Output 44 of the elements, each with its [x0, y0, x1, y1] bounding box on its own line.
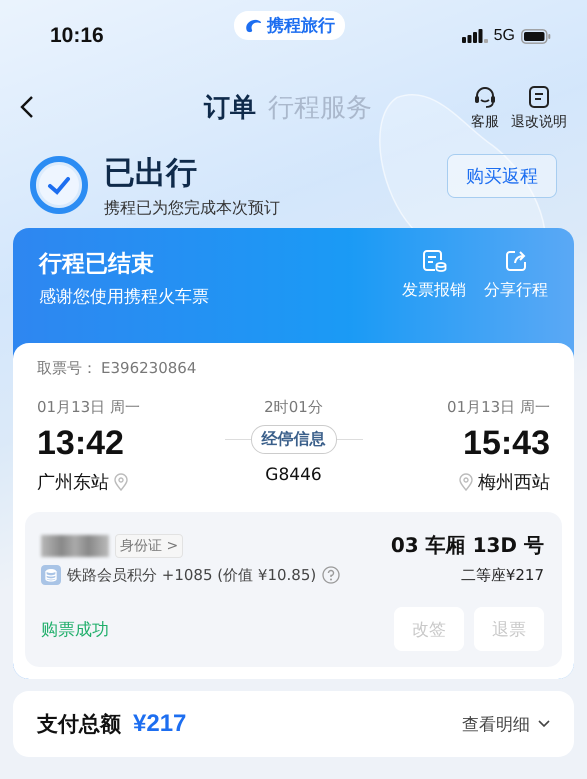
seat-fare: 二等座¥217	[460, 566, 544, 584]
arrival-station: 梅州西站	[478, 471, 550, 494]
share-button[interactable]: 分享行程	[484, 248, 548, 363]
share-icon[interactable]	[503, 248, 529, 274]
location-pin-icon	[458, 473, 474, 491]
pickup-label: 取票号：	[37, 359, 97, 378]
location-pin-icon	[113, 473, 129, 491]
receipt-icon[interactable]	[421, 248, 447, 274]
arrival-time: 15:43	[463, 424, 550, 463]
train-number: G8446	[265, 465, 322, 485]
help-icon[interactable]	[322, 566, 340, 584]
document-icon[interactable]	[526, 84, 552, 110]
chevron-down-icon[interactable]	[538, 720, 550, 728]
network-type: 5G	[494, 27, 515, 45]
order-status-subtitle: 携程已为您完成本次预订	[104, 198, 280, 218]
trip-duration: 2时01分	[264, 398, 323, 417]
trip-banner-title: 行程已结束	[39, 250, 155, 279]
seat-number: 03 车厢 13D 号	[390, 532, 544, 559]
departure-date: 01月13日 周一	[37, 398, 140, 417]
redacted-name	[41, 534, 109, 556]
arrival-date: 01月13日 周一	[447, 398, 550, 417]
stops-info-button[interactable]: 经停信息	[250, 425, 336, 454]
invoice-button[interactable]: 发票报销	[402, 248, 466, 363]
policy-button[interactable]: 退改说明	[511, 84, 567, 130]
nav-tab[interactable]: 订单	[204, 90, 256, 124]
id-type-tag[interactable]: 身份证 >	[115, 534, 184, 558]
coin-stack-icon	[41, 565, 61, 585]
member-points: 铁路会员积分 +1085 (价值 ¥10.85)	[67, 566, 316, 584]
signal-icon	[462, 29, 488, 43]
status-time: 10:16	[50, 24, 104, 48]
details-link[interactable]: 查看明细	[462, 712, 550, 736]
check-circle-icon	[30, 156, 88, 214]
departure-station: 广州东站	[37, 471, 109, 494]
payment-amount: ¥217	[133, 710, 186, 738]
pickup-number: E396230864	[101, 359, 196, 378]
payment-label: 支付总额	[37, 711, 121, 738]
customer-service-button[interactable]: 客服	[471, 84, 499, 130]
app-logo: 携程旅行	[234, 11, 345, 40]
battery-icon	[521, 28, 551, 44]
departure-time: 13:42	[37, 424, 125, 463]
return-trip-button[interactable]: 购买返程	[447, 154, 557, 198]
purchase-status: 购票成功	[41, 618, 109, 640]
order-status-title: 已出行	[104, 154, 198, 192]
trip-banner-subtitle: 感谢您使用携程火车票	[39, 286, 209, 308]
